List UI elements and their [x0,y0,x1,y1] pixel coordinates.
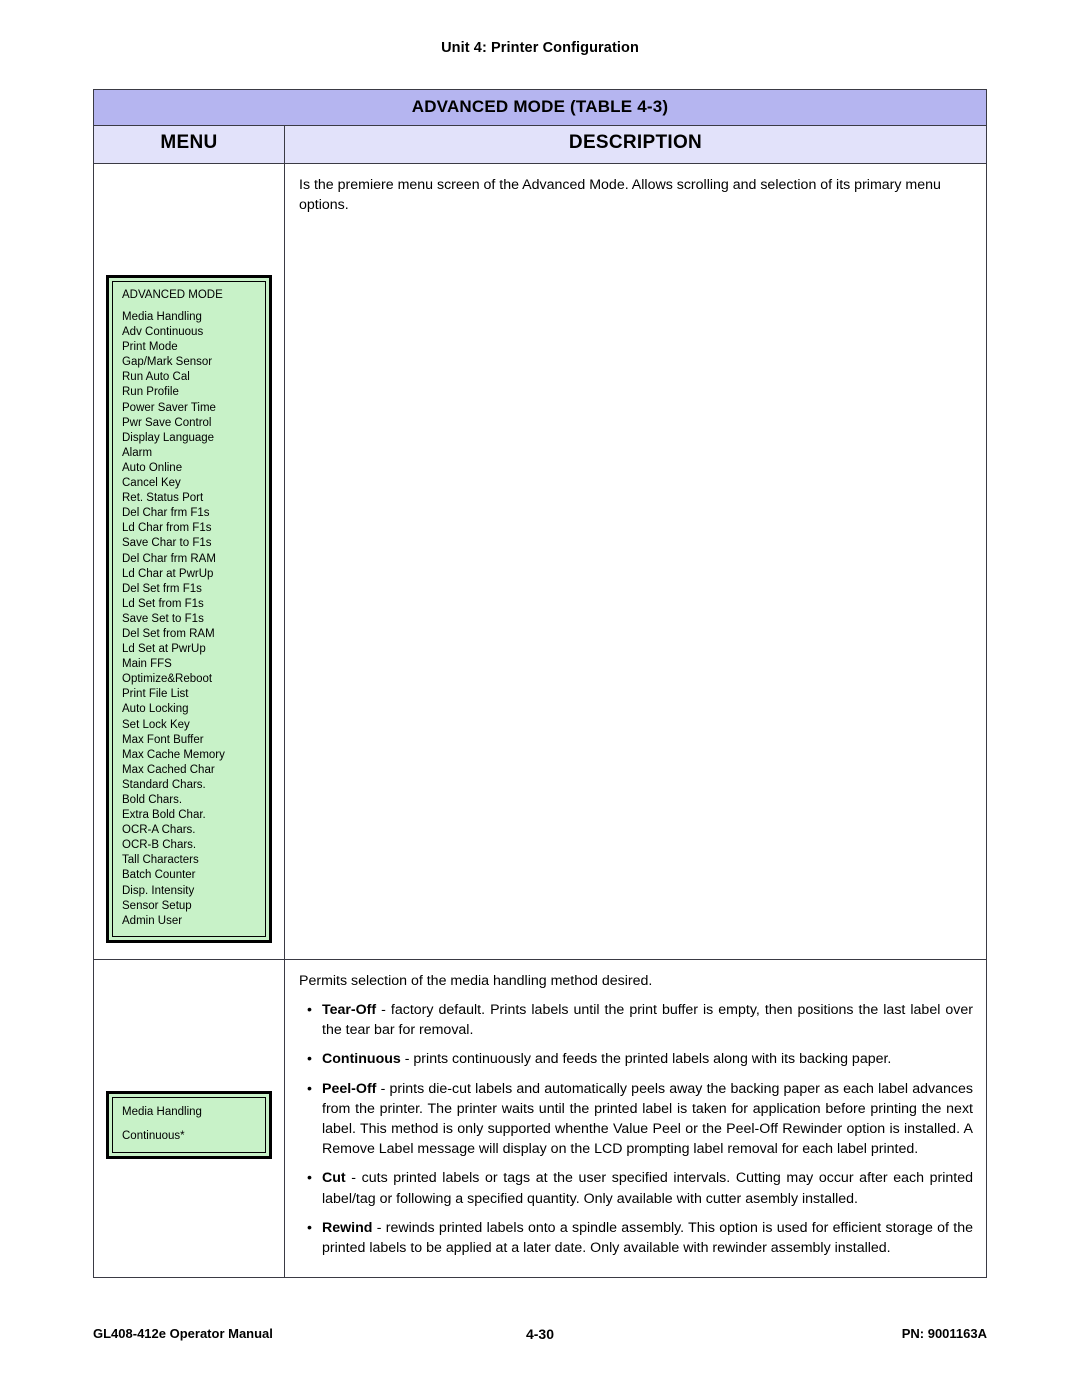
lcd-screen-advanced-mode: ADVANCED MODE Media Handling Adv Continuo… [112,281,266,937]
lcd-title-advanced-mode: ADVANCED MODE [122,289,223,301]
bullet-term: Cut [322,1170,346,1187]
lcd-menu-item[interactable]: Standard Chars. [122,778,257,793]
lcd-screen-media-handling: Media Handling Continuous* [112,1097,266,1153]
lcd-menu-item[interactable]: Print File List [122,687,257,702]
lcd-menu-item[interactable]: Disp. Intensity [122,884,257,899]
bullet-item: • Continuous - prints continuously and fe… [299,1049,973,1069]
lcd-line-1: Media Handling [122,1106,202,1118]
lcd-menu-item[interactable]: Del Char frm RAM [122,552,257,567]
bullet-text: - rewinds printed labels onto a spindle … [322,1219,973,1257]
bullet-text: - factory default. Prints labels until t… [322,1002,973,1039]
lcd-menu-item[interactable]: Set Lock Key [122,718,257,733]
running-head: Unit 4: Printer Configuration [441,40,639,56]
lcd-menu-item[interactable]: Del Char frm F1s [122,506,257,521]
bullet-term: Rewind [322,1219,373,1236]
lcd-menu-item[interactable]: Tall Characters [122,853,257,868]
lcd-menu-item[interactable]: Pwr Save Control [122,416,257,431]
lcd-menu-item[interactable]: Optimize&Reboot [122,672,257,687]
lcd-menu-item[interactable]: Run Profile [122,385,257,400]
bullet-glyph-icon: • [307,1002,312,1018]
bullet-term: Tear-Off [322,1002,377,1018]
lcd-menu-item[interactable]: Adv Continuous [122,325,257,340]
lcd-menu-item[interactable]: Bold Chars. [122,793,257,808]
footer-part-number: PN: 9001163A [901,1326,987,1341]
lcd-menu-item[interactable]: Max Cache Memory [122,748,257,763]
bullet-text: - cuts printed labels or tags at the use… [322,1170,973,1207]
bullet-glyph-icon: • [307,1219,312,1236]
lcd-menu-item[interactable]: Gap/Mark Sensor [122,355,257,370]
lcd-menu-item[interactable]: Sensor Setup [122,899,257,914]
lcd-menu-item[interactable]: Power Saver Time [122,401,257,416]
bullet-term: Continuous [322,1051,401,1068]
description-bullet-list: • Tear-Off - factory default. Prints labe… [299,1000,973,1258]
lcd-menu-item[interactable]: Cancel Key [122,476,257,491]
lcd-menu-item[interactable]: Ld Set from F1s [122,597,257,612]
lcd-menu-item[interactable]: Admin User [122,914,257,929]
column-header-menu: MENU [94,126,285,163]
lcd-line-2: Continuous* [122,1130,185,1142]
lcd-menu-item[interactable]: Max Cached Char [122,763,257,778]
lcd-menu-item[interactable]: Ret. Status Port [122,491,257,506]
menu-cell-advanced-mode: ADVANCED MODE Media Handling Adv Continuo… [94,164,285,959]
lcd-menu-item[interactable]: Print Mode [122,340,257,355]
lcd-menu-item[interactable]: Auto Online [122,461,257,476]
bullet-item: • Rewind - rewinds printed labels onto a … [299,1218,973,1258]
lcd-menu-item[interactable]: Ld Char at PwrUp [122,567,257,582]
lcd-menu-item[interactable]: OCR-B Chars. [122,838,257,853]
lcd-panel-media-handling: Media Handling Continuous* [106,1091,272,1159]
lcd-menu-item[interactable]: Auto Locking [122,702,257,717]
lcd-menu-item[interactable]: Del Set frm F1s [122,582,257,597]
lcd-menu-item[interactable]: Media Handling [122,310,257,325]
menu-cell-media-handling: Media Handling Continuous* [94,960,285,1277]
lcd-menu-item[interactable]: Run Auto Cal [122,370,257,385]
lcd-menu-item[interactable]: Ld Char from F1s [122,521,257,536]
lcd-menu-item[interactable]: OCR-A Chars. [122,823,257,838]
document-page: Unit 4: Printer Configuration ADVANCED M… [0,0,1080,1397]
lcd-spacer [122,303,257,310]
bullet-glyph-icon: • [307,1080,312,1097]
bullet-text: - prints die-cut labels and automaticall… [322,1080,973,1158]
lcd-menu-item[interactable]: Save Set to F1s [122,612,257,627]
description-paragraph: Is the premiere menu screen of the Advan… [299,177,941,213]
table-header-row: MENU DESCRIPTION [94,126,986,164]
footer-page-number: 4-30 [525,1326,555,1342]
lcd-menu-item[interactable]: Main FFS [122,657,257,672]
lcd-menu-item[interactable]: Extra Bold Char. [122,808,257,823]
bullet-item: • Peel-Off - prints die-cut labels and au… [299,1079,973,1160]
table-title: ADVANCED MODE (TABLE 4-3) [94,90,986,126]
description-cell-media-handling: Permits selection of the media handling … [285,960,986,1277]
bullet-text: - prints continuously and feeds the prin… [400,1051,892,1068]
advanced-mode-table: ADVANCED MODE (TABLE 4-3) MENU DESCRIPTI… [93,89,987,1278]
lcd-menu-item-list: Media Handling Adv Continuous Print Mode Ga… [122,310,257,929]
lcd-menu-item[interactable]: Batch Counter [122,868,257,883]
lcd-menu-item[interactable]: Display Language [122,431,257,446]
bullet-glyph-icon: • [307,1051,312,1068]
table-row: ADVANCED MODE Media Handling Adv Continuo… [94,164,986,960]
bullet-term: Peel-Off [322,1080,377,1097]
lcd-menu-item[interactable]: Alarm [122,446,257,461]
bullet-item: • Cut - cuts printed labels or tags at th… [299,1168,973,1208]
bullet-glyph-icon: • [307,1170,312,1187]
description-paragraph: Permits selection of the media handling … [299,973,653,989]
lcd-menu-item[interactable]: Max Font Buffer [122,733,257,748]
bullet-item: • Tear-Off - factory default. Prints labe… [299,1000,973,1040]
lcd-panel-advanced-mode: ADVANCED MODE Media Handling Adv Continuo… [106,275,272,943]
lcd-menu-item[interactable]: Save Char to F1s [122,536,257,551]
lcd-menu-item[interactable]: Del Set from RAM [122,627,257,642]
column-header-description: DESCRIPTION [568,132,703,153]
table-row: Media Handling Continuous* Permits selec… [94,960,986,1277]
lcd-menu-item[interactable]: Ld Set at PwrUp [122,642,257,657]
description-cell-advanced-mode: Is the premiere menu screen of the Advan… [285,164,986,959]
page-footer: GL408-412e Operator Manual 4-30 PN: 9001… [93,1326,987,1346]
